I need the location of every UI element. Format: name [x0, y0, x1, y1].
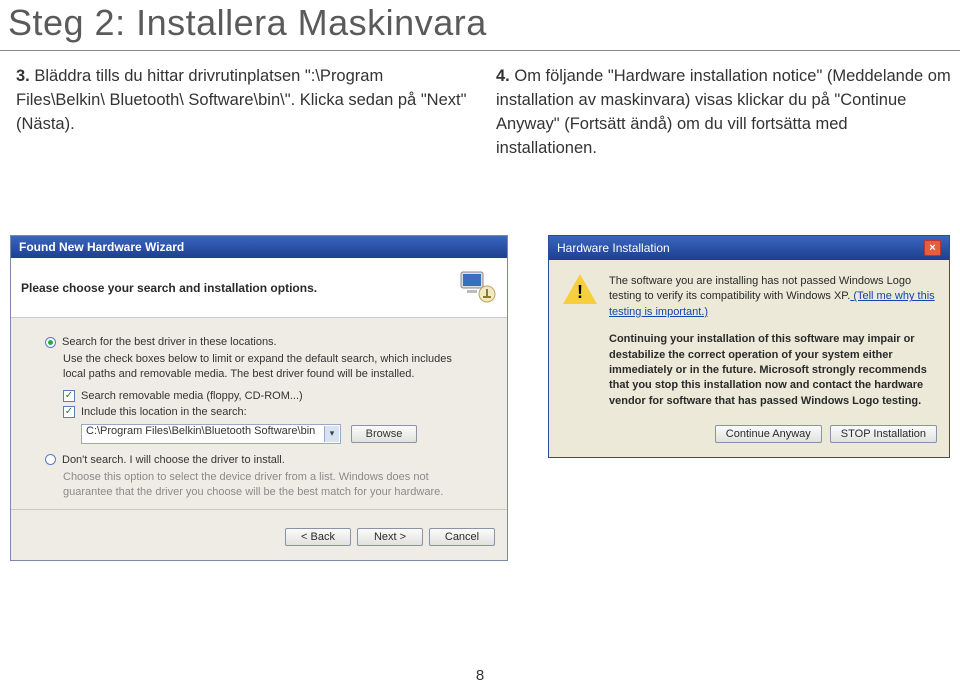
warning-body: The software you are installing has not …: [549, 260, 949, 415]
checkbox-removable-label: Search removable media (floppy, CD-ROM..…: [81, 390, 303, 402]
radio-search-best[interactable]: Search for the best driver in these loca…: [45, 336, 473, 348]
checkbox-icon: [63, 406, 75, 418]
warning-title-text: Hardware Installation: [557, 241, 670, 255]
page-number: 8: [0, 667, 960, 684]
radio-search-best-label: Search for the best driver in these loca…: [62, 336, 277, 348]
back-button[interactable]: < Back: [285, 528, 351, 546]
warning-text: The software you are installing has not …: [609, 274, 935, 409]
wizard-body: Search for the best driver in these loca…: [11, 318, 507, 518]
next-button[interactable]: Next >: [357, 528, 423, 546]
radio-icon: [45, 337, 56, 348]
wizard-footer: < Back Next > Cancel: [11, 518, 507, 560]
cancel-button[interactable]: Cancel: [429, 528, 495, 546]
warning-icon: [563, 274, 597, 409]
warning-titlebar: Hardware Installation ×: [549, 236, 949, 260]
checkbox-icon: [63, 390, 75, 402]
dont-search-description: Choose this option to select the device …: [63, 470, 473, 500]
step-4-number: 4.: [496, 67, 510, 85]
wizard-header-icon: [457, 266, 497, 309]
continue-anyway-button[interactable]: Continue Anyway: [715, 425, 822, 443]
driver-path-input[interactable]: C:\Program Files\Belkin\Bluetooth Softwa…: [81, 424, 341, 444]
checkbox-removable-media[interactable]: Search removable media (floppy, CD-ROM..…: [63, 390, 473, 402]
page-title: Steg 2: Installera Maskinvara: [0, 0, 960, 50]
radio-dont-search-label: Don't search. I will choose the driver t…: [62, 454, 285, 466]
wizard-header: Please choose your search and installati…: [11, 258, 507, 318]
wizard-header-text: Please choose your search and installati…: [21, 281, 317, 295]
checkbox-include-location[interactable]: Include this location in the search:: [63, 406, 473, 418]
step-3-number: 3.: [16, 67, 30, 85]
dropdown-icon[interactable]: ▾: [324, 426, 339, 442]
title-rule: [0, 50, 960, 51]
browse-button[interactable]: Browse: [351, 425, 417, 443]
driver-path-value: C:\Program Files\Belkin\Bluetooth Softwa…: [86, 425, 315, 437]
wizard-titlebar: Found New Hardware Wizard: [11, 236, 507, 258]
step-4-body: Om följande "Hardware installation notic…: [496, 67, 951, 157]
path-row: C:\Program Files\Belkin\Bluetooth Softwa…: [81, 424, 473, 444]
warning-footer: Continue Anyway STOP Installation: [549, 415, 949, 457]
search-best-description: Use the check boxes below to limit or ex…: [63, 352, 473, 382]
radio-dont-search[interactable]: Don't search. I will choose the driver t…: [45, 454, 473, 466]
hardware-installation-dialog: Hardware Installation × The software you…: [548, 235, 950, 458]
warning-bold-text: Continuing your installation of this sof…: [609, 332, 935, 409]
found-new-hardware-wizard-dialog: Found New Hardware Wizard Please choose …: [10, 235, 508, 561]
checkbox-include-label: Include this location in the search:: [81, 406, 247, 418]
close-icon[interactable]: ×: [924, 240, 941, 256]
radio-icon: [45, 454, 56, 465]
wizard-separator: [11, 509, 507, 510]
step-3-body: Bläddra tills du hittar drivrutinplatsen…: [16, 67, 466, 133]
step-3-text: 3. Bläddra tills du hittar drivrutinplat…: [16, 65, 472, 161]
step-4-text: 4. Om följande "Hardware installation no…: [496, 65, 952, 161]
instruction-columns: 3. Bläddra tills du hittar drivrutinplat…: [0, 65, 960, 161]
warning-line1a: The software you are installing: [609, 275, 761, 287]
stop-installation-button[interactable]: STOP Installation: [830, 425, 937, 443]
